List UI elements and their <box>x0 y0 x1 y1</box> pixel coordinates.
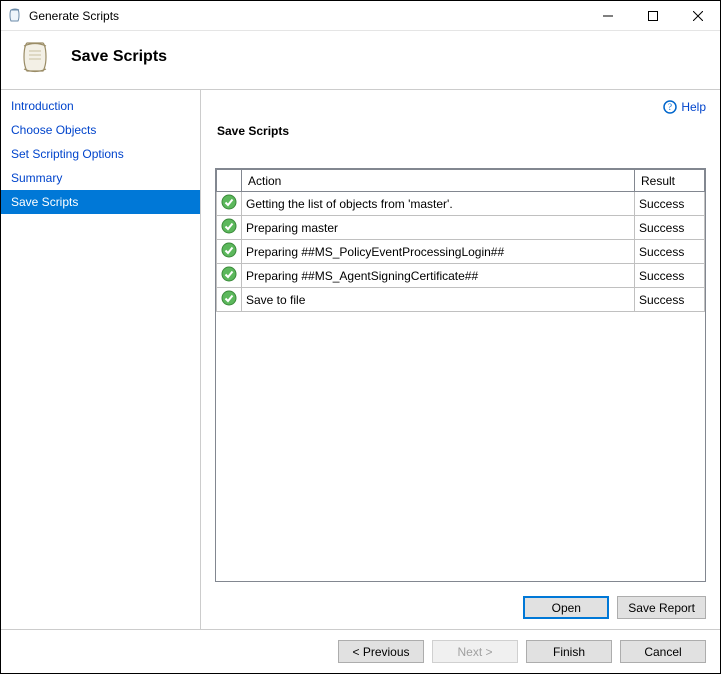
wizard-footer: < Previous Next > Finish Cancel <box>1 629 720 673</box>
sidebar-item-choose-objects[interactable]: Choose Objects <box>1 118 200 142</box>
result-cell: Success <box>635 192 705 216</box>
save-report-button[interactable]: Save Report <box>617 596 706 619</box>
table-row[interactable]: Preparing ##MS_AgentSigningCertificate##… <box>217 264 705 288</box>
open-button[interactable]: Open <box>523 596 609 619</box>
cancel-button[interactable]: Cancel <box>620 640 706 663</box>
action-cell: Getting the list of objects from 'master… <box>242 192 635 216</box>
help-link[interactable]: ? Help <box>663 100 706 114</box>
success-icon <box>217 240 242 264</box>
action-cell: Preparing master <box>242 216 635 240</box>
table-row[interactable]: Preparing masterSuccess <box>217 216 705 240</box>
success-icon <box>217 192 242 216</box>
maximize-button[interactable] <box>630 1 675 30</box>
success-icon <box>217 216 242 240</box>
window-buttons <box>585 1 720 30</box>
minimize-button[interactable] <box>585 1 630 30</box>
table-row[interactable]: Preparing ##MS_PolicyEventProcessingLogi… <box>217 240 705 264</box>
page-title: Save Scripts <box>71 48 167 66</box>
section-title: Save Scripts <box>217 124 706 138</box>
grid-header-result: Result <box>635 170 705 192</box>
sidebar: Introduction Choose Objects Set Scriptin… <box>1 90 201 629</box>
page-header: Save Scripts <box>1 31 720 90</box>
result-cell: Success <box>635 288 705 312</box>
grid-empty-space <box>216 312 705 581</box>
previous-button[interactable]: < Previous <box>338 640 424 663</box>
app-icon <box>7 8 23 24</box>
main-split: Introduction Choose Objects Set Scriptin… <box>1 90 720 629</box>
scroll-icon <box>15 37 55 77</box>
success-icon <box>217 288 242 312</box>
grid-header-icon <box>217 170 242 192</box>
result-cell: Success <box>635 240 705 264</box>
next-button: Next > <box>432 640 518 663</box>
success-icon <box>217 264 242 288</box>
table-row[interactable]: Getting the list of objects from 'master… <box>217 192 705 216</box>
sidebar-item-summary[interactable]: Summary <box>1 166 200 190</box>
results-grid: Action Result Getting the list of object… <box>215 168 706 582</box>
sidebar-item-save-scripts[interactable]: Save Scripts <box>1 190 200 214</box>
result-cell: Success <box>635 216 705 240</box>
content-pane: ? Help Save Scripts Action Result Gettin… <box>201 90 720 629</box>
grid-header-action: Action <box>242 170 635 192</box>
finish-button[interactable]: Finish <box>526 640 612 663</box>
sidebar-item-introduction[interactable]: Introduction <box>1 94 200 118</box>
help-label: Help <box>681 100 706 114</box>
table-row[interactable]: Save to fileSuccess <box>217 288 705 312</box>
action-cell: Save to file <box>242 288 635 312</box>
window-title: Generate Scripts <box>29 9 585 23</box>
action-cell: Preparing ##MS_PolicyEventProcessingLogi… <box>242 240 635 264</box>
titlebar: Generate Scripts <box>1 1 720 31</box>
close-button[interactable] <box>675 1 720 30</box>
result-cell: Success <box>635 264 705 288</box>
action-cell: Preparing ##MS_AgentSigningCertificate## <box>242 264 635 288</box>
svg-text:?: ? <box>668 102 672 112</box>
sidebar-item-set-scripting-options[interactable]: Set Scripting Options <box>1 142 200 166</box>
help-icon: ? <box>663 100 677 114</box>
